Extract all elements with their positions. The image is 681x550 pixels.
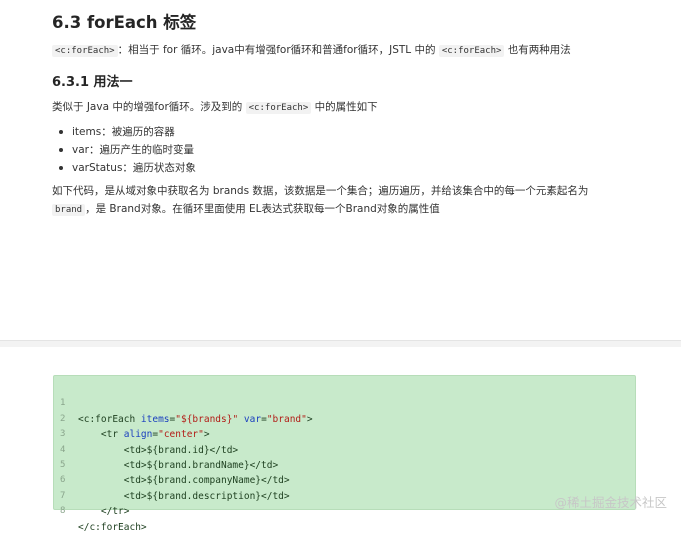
code-line: 2 <tr align="center"> (60, 413, 210, 441)
code-line: 1 <c:forEach items="${brands}" var="bran… (60, 398, 313, 425)
watermark: @稀土掘金技术社区 (554, 495, 667, 510)
code-line: 8 </c:forEach> (60, 506, 147, 533)
line-number: 8 (60, 506, 66, 517)
intro-text: ：相当于 for 循环。java中有增强for循环和普通for循环，JSTL 中… (117, 44, 436, 56)
description-line-1: 如下代码，是从域对象中获取名为 brands 数据，该数据是一个集合；遍历遍历，… (52, 185, 589, 197)
inline-code: <c:forEach> (438, 45, 505, 57)
list-item: var：遍历产生的临时变量 (58, 141, 196, 159)
section-heading: 6.3 forEach 标签 (52, 13, 197, 32)
subsection-heading: 6.3.1 用法一 (52, 75, 133, 90)
intro-text: 也有两种用法 (507, 44, 571, 56)
code-line: 4 <td>${brand.brandName}</td> (60, 444, 279, 471)
code-line: 6 <td>${brand.description}</td> (60, 475, 290, 502)
attribute-list: items：被遍历的容器 var：遍历产生的临时变量 varStatus：遍历状… (58, 123, 196, 177)
code-line: 3 <td>${brand.id}</td> (60, 429, 239, 456)
list-item: items：被遍历的容器 (58, 123, 196, 141)
inline-code: <c:forEach> (52, 45, 118, 57)
code-line: 7 </tr> (60, 490, 130, 518)
usage-text: 中的属性如下 (314, 101, 378, 113)
article-section: 6.3 forEach 标签 <c:forEach> ：相当于 for 循环。ja… (0, 0, 681, 340)
bullet-icon (59, 148, 63, 152)
inline-code: <c:forEach> (245, 102, 312, 114)
list-item: varStatus：遍历状态对象 (58, 159, 196, 177)
usage-text: 类似于 Java 中的增强for循环。涉及到的 (52, 101, 243, 113)
section-divider (0, 340, 681, 347)
description-line-2: brand ，是 Brand对象。在循环里面使用 EL表达式获取每一个Brand对… (52, 201, 440, 216)
usage-paragraph: 类似于 Java 中的增强for循环。涉及到的 <c:forEach> 中的属性… (52, 99, 378, 114)
bullet-icon (59, 130, 63, 134)
bullet-icon (59, 166, 63, 170)
intro-paragraph: <c:forEach> ：相当于 for 循环。java中有增强for循环和普通f… (52, 42, 571, 57)
code-block[interactable]: 1 <c:forEach items="${brands}" var="bran… (53, 375, 636, 533)
code-line: 5 <td>${brand.companyName}</td> (60, 460, 290, 487)
inline-code: brand (52, 204, 86, 216)
